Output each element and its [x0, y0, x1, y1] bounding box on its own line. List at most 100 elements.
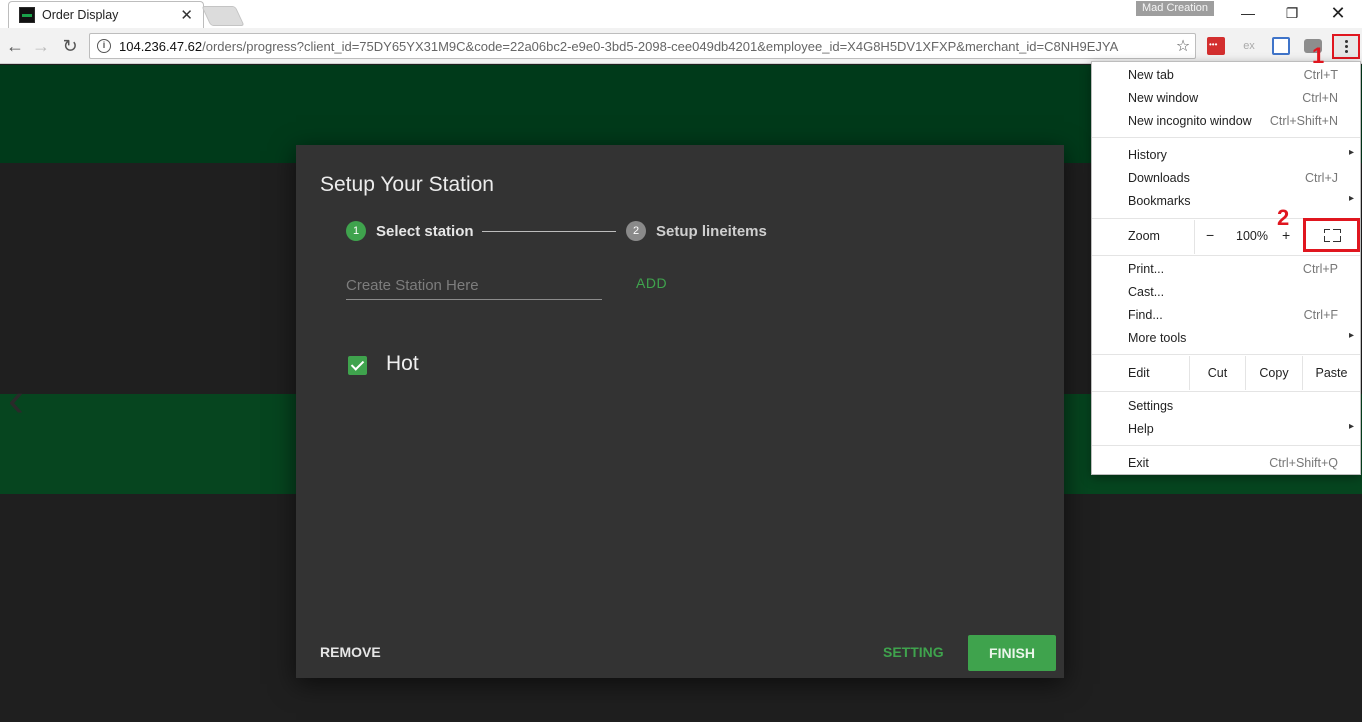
menu-divider [1092, 137, 1360, 138]
step-label: Select station [376, 222, 474, 240]
menu-item-label: History [1128, 148, 1167, 162]
create-station-input[interactable] [346, 272, 602, 300]
edit-label: Edit [1128, 366, 1150, 380]
url-host: 104.236.47.62 [119, 38, 203, 54]
extension-ex-icon[interactable]: ex [1240, 37, 1258, 55]
step-select-station[interactable]: 1 Select station [346, 221, 474, 241]
reload-icon[interactable]: ↻ [59, 35, 81, 57]
station-label-hot: Hot [386, 352, 419, 375]
menu-item-downloads[interactable]: Downloads Ctrl+J [1092, 167, 1360, 189]
menu-item-shortcut: Ctrl+J [1305, 171, 1338, 185]
menu-item-label: More tools [1128, 331, 1187, 345]
menu-item-shortcut: Ctrl+P [1302, 262, 1338, 276]
setup-station-dialog: Setup Your Station 1 Select station 2 Se… [296, 145, 1064, 678]
chrome-menu-button[interactable] [1332, 34, 1360, 59]
menu-divider [1092, 391, 1360, 392]
previous-arrow-icon: ‹ [8, 374, 24, 427]
menu-item-more-tools[interactable]: More tools ▸ [1092, 327, 1360, 349]
url-path: /orders/progress?client_id=75DY65YX31M9C… [202, 38, 1119, 54]
extension-blue-icon[interactable] [1272, 37, 1290, 55]
zoom-divider [1194, 220, 1195, 254]
dialog-title: Setup Your Station [320, 173, 494, 196]
copy-button[interactable]: Copy [1245, 356, 1302, 390]
edit-row: Edit Cut Copy Paste [1092, 356, 1360, 390]
setting-button[interactable]: SETTING [883, 644, 944, 660]
profile-badge[interactable]: Mad Creation [1136, 1, 1215, 16]
new-tab-button[interactable] [201, 6, 245, 26]
menu-item-shortcut: Ctrl+Shift+N [1269, 114, 1338, 128]
close-window-button[interactable]: ✕ [1315, 2, 1361, 24]
menu-item-new-incognito[interactable]: New incognito window Ctrl+Shift+N [1092, 110, 1360, 132]
restore-button[interactable]: ❐ [1269, 2, 1315, 24]
extension-red-icon[interactable] [1207, 37, 1225, 55]
browser-tab[interactable]: Order Display ✕ [8, 1, 204, 28]
menu-item-label: Downloads [1128, 171, 1190, 185]
menu-item-shortcut: Ctrl+Shift+Q [1269, 456, 1338, 470]
forward-icon[interactable]: → [30, 35, 52, 57]
chrome-menu: New tab Ctrl+T New window Ctrl+N New inc… [1091, 61, 1361, 475]
menu-item-label: Find... [1128, 308, 1163, 322]
remove-button[interactable]: REMOVE [320, 644, 381, 660]
browser-toolbar: ← → ↻ i 104.236.47.62/orders/progress?cl… [0, 28, 1362, 64]
step-number: 2 [626, 221, 646, 241]
menu-dot [1344, 50, 1348, 53]
menu-item-bookmarks[interactable]: Bookmarks ▸ [1092, 190, 1360, 212]
menu-item-shortcut: Ctrl+T [1303, 68, 1338, 82]
station-checkbox-hot[interactable] [348, 356, 367, 375]
menu-item-label: Help [1128, 422, 1154, 436]
tab-strip: Order Display ✕ Mad Creation — ❐ ✕ [0, 0, 1362, 28]
submenu-arrow-icon: ▸ [1348, 147, 1354, 158]
add-station-button[interactable]: ADD [636, 275, 667, 291]
menu-dot [1344, 40, 1348, 43]
menu-item-shortcut: Ctrl+F [1303, 308, 1338, 322]
paste-button[interactable]: Paste [1302, 356, 1360, 390]
menu-item-exit[interactable]: Exit Ctrl+Shift+Q [1092, 452, 1360, 474]
submenu-arrow-icon: ▸ [1348, 193, 1354, 204]
step-label: Setup lineitems [656, 222, 767, 240]
menu-item-label: Settings [1128, 399, 1174, 413]
minimize-button[interactable]: — [1225, 2, 1271, 24]
menu-item-settings[interactable]: Settings [1092, 395, 1360, 417]
menu-item-print[interactable]: Print... Ctrl+P [1092, 258, 1360, 280]
menu-item-label: Exit [1128, 456, 1149, 470]
menu-divider [1092, 445, 1360, 446]
fullscreen-icon[interactable] [1303, 218, 1360, 252]
menu-item-help[interactable]: Help ▸ [1092, 418, 1360, 440]
url-text[interactable]: 104.236.47.62/orders/progress?client_id=… [119, 39, 1171, 54]
bookmark-star-icon[interactable]: ☆ [1171, 36, 1195, 56]
zoom-label: Zoom [1128, 229, 1160, 243]
menu-item-history[interactable]: History ▸ [1092, 144, 1360, 166]
menu-divider [1092, 354, 1360, 355]
site-info-icon[interactable]: i [97, 39, 111, 53]
tab-title: Order Display [42, 8, 119, 22]
tab-close-icon[interactable]: ✕ [180, 6, 193, 24]
menu-item-label: Print... [1128, 262, 1165, 276]
zoom-out-button[interactable]: − [1206, 227, 1214, 243]
menu-item-cast[interactable]: Cast... [1092, 281, 1360, 303]
menu-dot [1344, 45, 1348, 48]
zoom-level: 100% [1236, 229, 1268, 243]
menu-item-label: Cast... [1128, 285, 1165, 299]
menu-item-label: Bookmarks [1128, 194, 1191, 208]
menu-item-shortcut: Ctrl+N [1302, 91, 1338, 105]
zoom-row: Zoom − 100% + [1092, 218, 1360, 254]
annotation-marker-1: 1 [1312, 43, 1325, 68]
back-icon[interactable]: ← [4, 35, 26, 57]
menu-item-new-window[interactable]: New window Ctrl+N [1092, 87, 1360, 109]
stepper-connector [482, 231, 616, 232]
menu-item-label: New window [1128, 91, 1199, 105]
annotation-marker-2: 2 [1277, 205, 1290, 230]
finish-button[interactable]: FINISH [968, 635, 1056, 671]
submenu-arrow-icon: ▸ [1348, 421, 1354, 432]
cut-button[interactable]: Cut [1189, 356, 1245, 390]
menu-divider [1092, 255, 1360, 256]
submenu-arrow-icon: ▸ [1348, 330, 1354, 341]
menu-item-find[interactable]: Find... Ctrl+F [1092, 304, 1360, 326]
menu-item-label: New tab [1128, 68, 1174, 82]
step-setup-lineitems[interactable]: 2 Setup lineitems [626, 221, 767, 241]
address-bar[interactable]: i 104.236.47.62/orders/progress?client_i… [89, 33, 1196, 59]
fullscreen-icon-gap [1322, 233, 1341, 236]
favicon-icon [19, 7, 35, 23]
step-number: 1 [346, 221, 366, 241]
menu-item-label: New incognito window [1128, 114, 1252, 128]
